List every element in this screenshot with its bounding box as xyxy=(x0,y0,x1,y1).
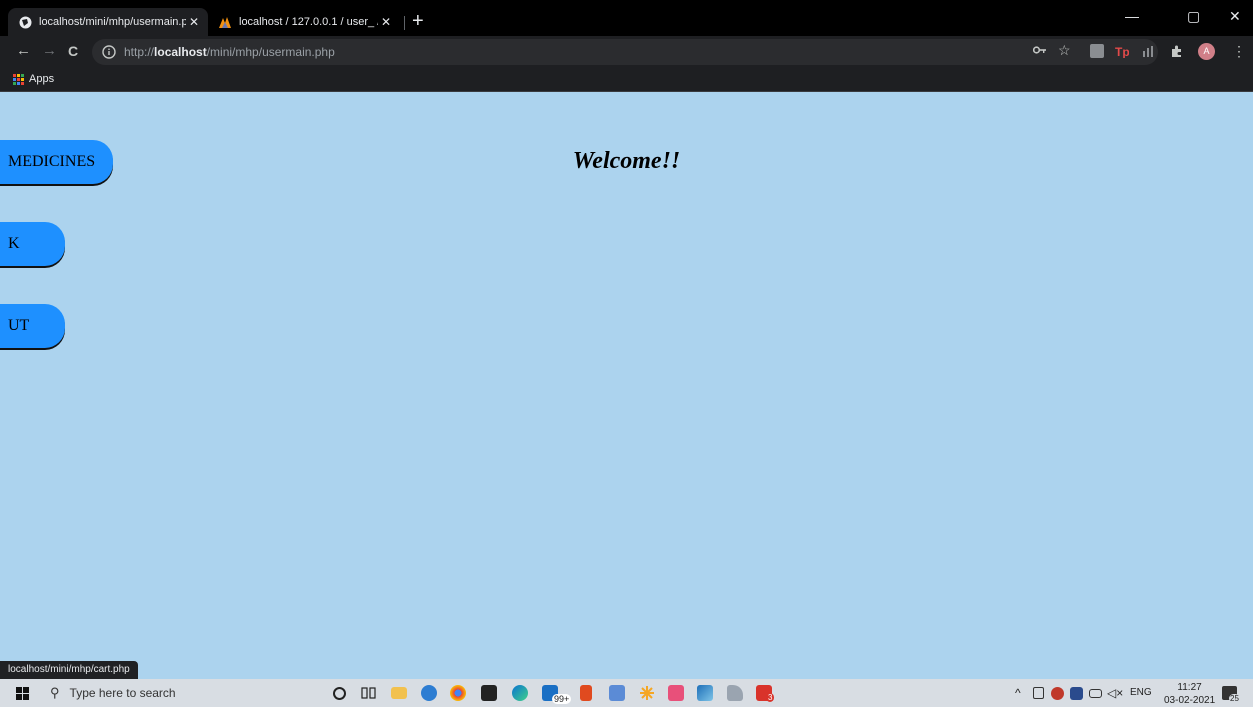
bookmarks-bar: Apps xyxy=(0,68,1253,92)
extension-icon[interactable] xyxy=(1090,44,1104,58)
search-icon: ⚲ xyxy=(50,685,60,700)
address-bar[interactable]: http://localhost/mini/mhp/usermain.php xyxy=(92,39,1158,65)
action-center-count: 25 xyxy=(1229,694,1240,703)
edge-icon[interactable] xyxy=(512,685,528,701)
taskbar-search[interactable]: ⚲ Type here to search xyxy=(50,685,176,701)
clock-time: 11:27 xyxy=(1177,682,1202,693)
more-menu-icon[interactable]: ⋮ xyxy=(1232,43,1246,60)
tab-strip: localhost/mini/mhp/usermain.ph ✕ localho… xyxy=(0,0,1253,36)
puzzle-icon[interactable] xyxy=(1170,44,1184,58)
chrome-icon[interactable] xyxy=(450,685,466,701)
page-content: MEDICINES K UT Welcome!! localhost/mini/… xyxy=(0,92,1253,679)
svg-text:Tp: Tp xyxy=(1115,45,1129,58)
welcome-heading: Welcome!! xyxy=(572,148,681,174)
profile-avatar[interactable]: A xyxy=(1198,43,1215,60)
tray-app-icon[interactable] xyxy=(1033,687,1044,699)
apps-label: Apps xyxy=(29,73,55,85)
tab-phpmyadmin[interactable]: localhost / 127.0.0.1 / user_ / use ✕ xyxy=(208,8,400,36)
new-tab-button[interactable]: + xyxy=(412,10,424,32)
close-window-button[interactable]: ✕ xyxy=(1229,8,1241,25)
tray-chevron-icon[interactable]: ^ xyxy=(1015,686,1021,700)
snowflake-app-icon[interactable] xyxy=(639,685,655,701)
cortana-icon[interactable] xyxy=(333,687,346,700)
forward-button[interactable]: → xyxy=(42,42,57,60)
close-tab-icon[interactable]: ✕ xyxy=(378,15,394,29)
language-indicator[interactable]: ENG xyxy=(1130,687,1152,698)
volume-muted-icon[interactable]: ◁× xyxy=(1107,686,1123,700)
minimize-button[interactable]: — xyxy=(1125,8,1139,24)
metrics-extension-icon[interactable] xyxy=(1142,44,1156,58)
task-view-icon[interactable] xyxy=(361,685,377,701)
file-explorer-icon[interactable] xyxy=(391,687,407,699)
windows-start-icon[interactable] xyxy=(16,687,29,700)
browser-toolbar: ← → C http://localhost/mini/mhp/usermain… xyxy=(0,36,1253,68)
tp-extension-icon[interactable]: Tp xyxy=(1115,44,1130,59)
tray-security-icon[interactable] xyxy=(1051,687,1064,700)
taskbar-clock[interactable]: 11:27 03-02-2021 xyxy=(1164,681,1215,707)
sidebar-button-2-label: K xyxy=(8,235,20,252)
office-icon[interactable] xyxy=(580,685,592,701)
windows-taskbar: ⚲ Type here to search 99+ 3 ^ ◁× ENG 11:… xyxy=(0,679,1253,707)
link-status-bar: localhost/mini/mhp/cart.php xyxy=(0,661,138,679)
edge-legacy-icon[interactable] xyxy=(421,685,437,701)
sidebar-button-2[interactable]: K xyxy=(0,222,65,266)
close-tab-icon[interactable]: ✕ xyxy=(186,15,202,29)
apps-grid-icon xyxy=(13,73,24,85)
info-icon[interactable] xyxy=(102,45,116,59)
search-placeholder: Type here to search xyxy=(69,686,176,700)
notepad-icon[interactable] xyxy=(727,685,743,701)
sidebar-button-3[interactable]: UT xyxy=(0,304,65,348)
globe-icon xyxy=(18,15,32,29)
maximize-button[interactable]: ▢ xyxy=(1187,8,1200,25)
key-icon[interactable] xyxy=(1032,44,1047,58)
battery-icon[interactable] xyxy=(1089,689,1102,698)
store-icon[interactable] xyxy=(481,685,497,701)
bookmark-star-icon[interactable]: ☆ xyxy=(1058,42,1071,59)
notification-badge: 3 xyxy=(766,693,775,702)
phpmyadmin-icon xyxy=(218,15,232,29)
reload-button[interactable]: C xyxy=(68,42,78,60)
mail-badge: 99+ xyxy=(552,694,572,704)
tab-usermain[interactable]: localhost/mini/mhp/usermain.ph ✕ xyxy=(8,8,208,36)
xampp-icon[interactable] xyxy=(668,685,684,701)
clock-date: 03-02-2021 xyxy=(1164,695,1216,706)
photos-icon[interactable] xyxy=(697,685,713,701)
url-text: http://localhost/mini/mhp/usermain.php xyxy=(124,45,335,59)
word-icon[interactable] xyxy=(609,685,625,701)
apps-shortcut[interactable]: Apps xyxy=(13,73,54,85)
tab-separator xyxy=(404,16,405,30)
tray-dropbox-icon[interactable] xyxy=(1070,687,1083,700)
back-button[interactable]: ← xyxy=(16,42,31,60)
tab-title: localhost/mini/mhp/usermain.ph xyxy=(39,16,186,28)
sidebar-button-3-label: UT xyxy=(8,317,30,334)
tab-title: localhost / 127.0.0.1 / user_ / use xyxy=(239,16,378,28)
